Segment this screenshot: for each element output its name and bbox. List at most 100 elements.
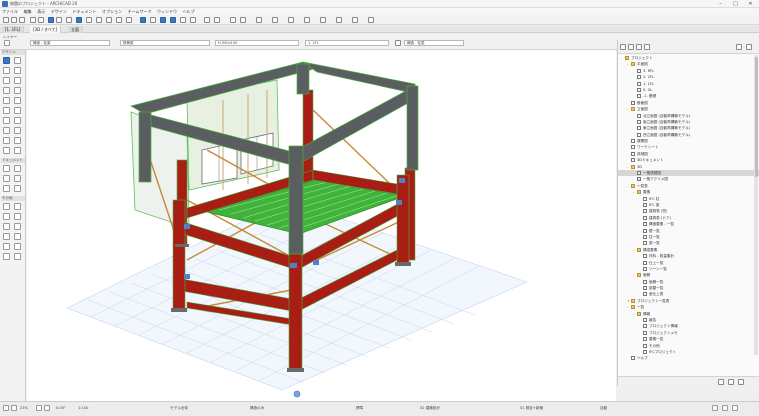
rotate-icon[interactable] [320, 17, 326, 23]
beam-tool-icon[interactable] [3, 87, 10, 94]
guide-icon[interactable] [96, 17, 102, 23]
mesh-tool-icon[interactable] [14, 137, 21, 144]
door-tool-icon[interactable] [14, 67, 21, 74]
floor-plan-icon[interactable] [150, 17, 156, 23]
menu-view[interactable]: 表示 [35, 8, 47, 15]
status-auto[interactable]: 自動 [600, 405, 607, 412]
minimize-button[interactable]: – [715, 0, 726, 8]
fit-in-window-icon[interactable] [44, 405, 50, 411]
menu-help[interactable]: ヘルプ [181, 8, 197, 15]
layer-icon[interactable] [106, 17, 112, 23]
marquee-icon[interactable] [56, 17, 62, 23]
zoom-level[interactable]: 23% [20, 405, 28, 412]
navigator-scrollbar[interactable] [754, 55, 758, 355]
worksheet-tool-icon[interactable] [14, 243, 21, 250]
object-tool-icon[interactable] [14, 127, 21, 134]
zoom-out-icon[interactable] [36, 405, 42, 411]
column-tool-icon[interactable] [14, 77, 21, 84]
layer-value-field[interactable]: 構造 - 柱梁 [404, 40, 464, 46]
hotspot-tool-icon[interactable] [14, 213, 21, 220]
elevation-tool-icon[interactable] [14, 233, 21, 240]
undo-icon[interactable] [30, 17, 36, 23]
delete-view-icon[interactable] [728, 379, 734, 385]
profile-field[interactable]: 鉄骨梁 [120, 40, 210, 46]
menu-file[interactable]: ファイル [0, 8, 20, 15]
dimension-tool-icon[interactable] [3, 165, 10, 172]
ungroup-icon[interactable] [240, 17, 246, 23]
redo-icon[interactable] [38, 17, 44, 23]
opening-tool-icon[interactable] [14, 147, 21, 154]
menu-window[interactable]: ウィンドウ [155, 8, 179, 15]
save-icon[interactable] [19, 17, 25, 23]
shell-tool-icon[interactable] [3, 117, 10, 124]
toolbox-section-design[interactable]: デザイン [1, 50, 25, 55]
section-size-field[interactable]: H-300x150 [215, 40, 299, 46]
interior-elevation-tool-icon[interactable] [3, 243, 10, 250]
label-tool-icon[interactable] [14, 175, 21, 182]
group-icon[interactable] [230, 17, 236, 23]
publish-icon[interactable] [732, 405, 738, 411]
copy-icon[interactable] [116, 17, 122, 23]
curtain-wall-tool-icon[interactable] [14, 107, 21, 114]
view-icon[interactable] [722, 405, 728, 411]
3d-viewport[interactable] [27, 50, 616, 401]
layer-field[interactable]: 構造 - 柱梁 [30, 40, 110, 46]
spline-tool-icon[interactable] [3, 213, 10, 220]
navigator-close-icon[interactable] [746, 44, 752, 50]
rotation-icon[interactable] [395, 40, 401, 46]
new-view-icon[interactable] [718, 379, 724, 385]
maximize-button[interactable]: □ [730, 0, 741, 8]
figure-tool-icon[interactable] [3, 223, 10, 230]
zone-tool-icon[interactable] [3, 137, 10, 144]
menu-document[interactable]: ドキュメント [70, 8, 98, 15]
view-map-icon[interactable] [628, 44, 634, 50]
orbit-icon[interactable] [160, 17, 166, 23]
tab-elevation[interactable]: 立面 [68, 26, 83, 33]
status-layer-combo[interactable]: 02 建築設計 [420, 405, 440, 412]
section-icon[interactable] [180, 17, 186, 23]
wall-tool-icon[interactable] [3, 67, 10, 74]
drag-icon[interactable] [336, 17, 342, 23]
resize-icon[interactable] [368, 17, 374, 23]
line-tool-icon[interactable] [14, 185, 21, 192]
open-file-icon[interactable] [11, 17, 17, 23]
menu-edit[interactable]: 編集 [22, 8, 34, 15]
mirror-icon[interactable] [126, 17, 132, 23]
elevation-icon[interactable] [190, 17, 196, 23]
publisher-icon[interactable] [644, 44, 650, 50]
text-tool-icon[interactable] [3, 175, 10, 182]
lock-icon[interactable] [272, 17, 278, 23]
elevate-icon[interactable] [352, 17, 358, 23]
camera-tool-icon[interactable] [14, 223, 21, 230]
3d-model-canvas[interactable] [27, 50, 616, 401]
layout-book-icon[interactable] [636, 44, 642, 50]
trace-icon[interactable] [214, 17, 220, 23]
3d-view-icon[interactable] [140, 17, 146, 23]
tree-item[interactable]: ヘルプ [618, 355, 759, 361]
morph-tool-icon[interactable] [3, 127, 10, 134]
change-tool-icon[interactable] [14, 253, 21, 260]
status-standard[interactable]: 標準 [356, 405, 363, 412]
align-icon[interactable] [288, 17, 294, 23]
fill-tool-icon[interactable] [3, 185, 10, 192]
story-field[interactable]: 1. 1FL [305, 40, 389, 46]
undo-zoom-icon[interactable] [3, 405, 9, 411]
menu-design[interactable]: デザイン [49, 8, 69, 15]
zoom-in-icon[interactable] [11, 405, 17, 411]
layout-icon[interactable] [712, 405, 718, 411]
tab-3d[interactable]: [3D / すべて] [30, 26, 62, 33]
detail-tool-icon[interactable] [3, 253, 10, 260]
arc-tool-icon[interactable] [3, 203, 10, 210]
suspend-group-icon[interactable] [256, 17, 262, 23]
stair-tool-icon[interactable] [14, 97, 21, 104]
polyline-tool-icon[interactable] [14, 203, 21, 210]
section-tool-icon[interactable] [3, 233, 10, 240]
navigator-settings-icon[interactable] [736, 44, 742, 50]
new-file-icon[interactable] [3, 17, 9, 23]
toolbox-section-document[interactable]: ドキュメント [1, 158, 25, 163]
grid-snap-icon[interactable] [86, 17, 92, 23]
marquee-tool-icon[interactable] [14, 57, 21, 64]
toolbox-section-other[interactable]: その他 [1, 196, 25, 201]
window-tool-icon[interactable] [3, 77, 10, 84]
skylight-tool-icon[interactable] [14, 117, 21, 124]
